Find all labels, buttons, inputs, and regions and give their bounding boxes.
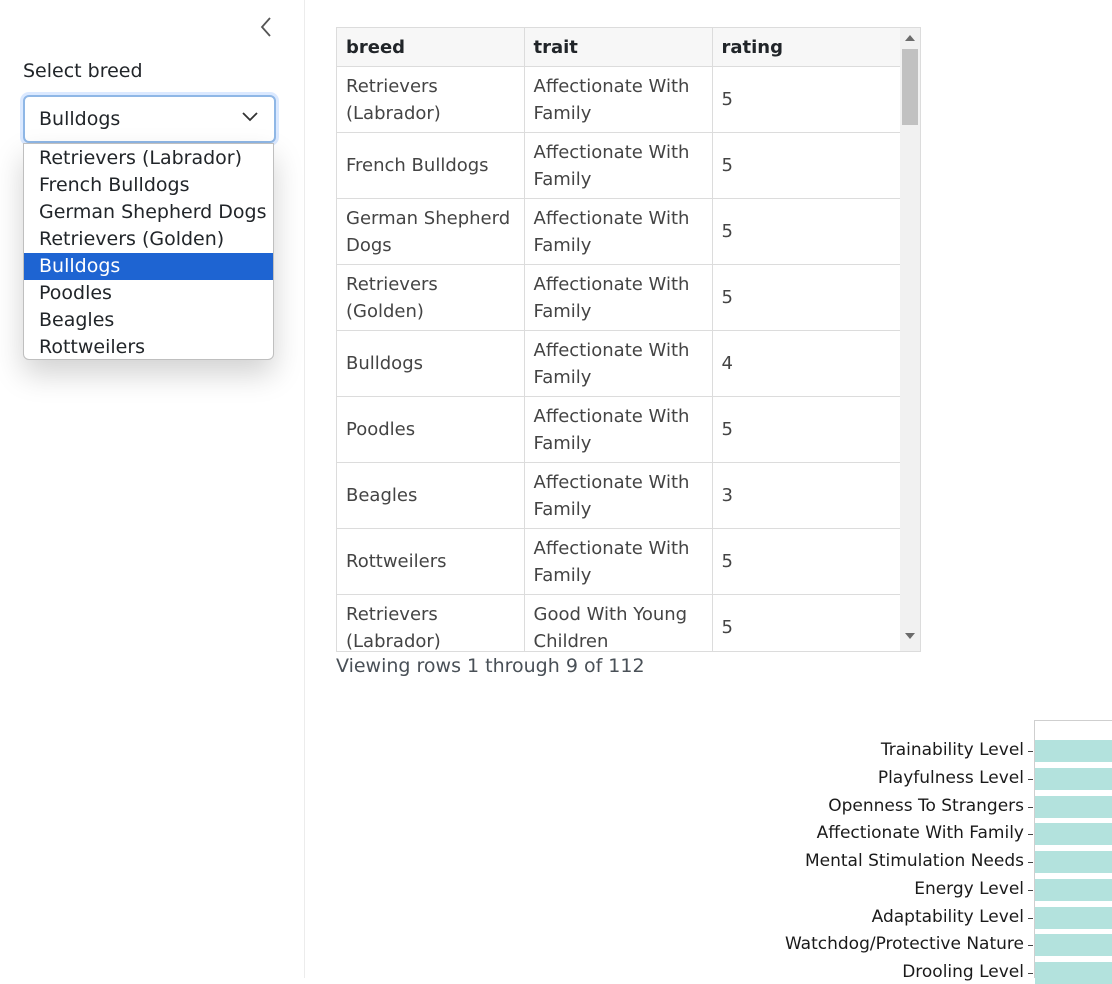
chevron-left-icon xyxy=(260,17,271,37)
cell-trait: Affectionate With Family xyxy=(523,396,713,463)
breed-option[interactable]: Rottweilers xyxy=(24,334,273,359)
chart-category-label: Trainability Level xyxy=(880,740,1024,760)
chart-bar xyxy=(1035,823,1112,845)
chevron-down-icon xyxy=(242,112,258,122)
breed-dropdown-list: Retrievers (Labrador) French Bulldogs Ge… xyxy=(23,143,274,360)
chart-tick xyxy=(1028,918,1033,919)
cell-rating: 5 xyxy=(711,594,901,651)
chart-tick xyxy=(1028,945,1033,946)
cell-trait: Good With Young Children xyxy=(523,594,713,651)
table-row: Poodles Affectionate With Family 5 xyxy=(337,396,901,463)
cell-trait: Affectionate With Family xyxy=(523,132,713,199)
cell-rating: 4 xyxy=(711,330,901,397)
cell-rating: 5 xyxy=(711,264,901,331)
chart-bar xyxy=(1035,796,1112,818)
cell-breed: Beagles xyxy=(337,462,525,529)
table-row: German Shepherd Dogs Affectionate With F… xyxy=(337,198,901,265)
chart-bar xyxy=(1035,740,1112,762)
cell-trait: Affectionate With Family xyxy=(523,66,713,133)
chart-frame-top xyxy=(1034,720,1112,721)
chart-category-label: Drooling Level xyxy=(902,962,1024,982)
chart-category-label: Affectionate With Family xyxy=(816,823,1024,843)
table-row: Bulldogs Affectionate With Family 4 xyxy=(337,330,901,397)
cell-trait: Affectionate With Family xyxy=(523,462,713,529)
chart-category-label: Watchdog/Protective Nature xyxy=(784,934,1024,954)
chart-tick xyxy=(1028,751,1033,752)
breed-option[interactable]: French Bulldogs xyxy=(24,172,273,199)
column-header-trait[interactable]: trait xyxy=(523,28,713,67)
cell-rating: 5 xyxy=(711,132,901,199)
cell-breed: French Bulldogs xyxy=(337,132,525,199)
chart-category-label: Openness To Strangers xyxy=(828,796,1024,816)
table-scrollbar[interactable] xyxy=(900,28,920,651)
table-row: Rottweilers Affectionate With Family 5 xyxy=(337,528,901,595)
chart-bar xyxy=(1035,934,1112,956)
chart-tick xyxy=(1028,834,1033,835)
cell-breed: Retrievers (Labrador) xyxy=(337,66,525,133)
cell-breed: Retrievers (Labrador) xyxy=(337,594,525,651)
scrollbar-thumb[interactable] xyxy=(902,49,918,125)
table-row-count: Viewing rows 1 through 9 of 112 xyxy=(336,655,645,677)
breed-select[interactable]: Bulldogs xyxy=(23,95,276,143)
cell-trait: Affectionate With Family xyxy=(523,198,713,265)
chart-category-label: Adaptability Level xyxy=(871,907,1024,927)
chart-category-label: Mental Stimulation Needs xyxy=(804,851,1024,871)
chart-tick xyxy=(1028,890,1033,891)
cell-breed: Rottweilers xyxy=(337,528,525,595)
chart-tick xyxy=(1028,973,1033,974)
cell-trait: Affectionate With Family xyxy=(523,528,713,595)
cell-breed: German Shepherd Dogs xyxy=(337,198,525,265)
chart-bar xyxy=(1035,768,1112,790)
sidebar-collapse-button[interactable] xyxy=(254,14,278,40)
table-row: Retrievers (Golden) Affectionate With Fa… xyxy=(337,264,901,331)
cell-rating: 5 xyxy=(711,528,901,595)
cell-trait: Affectionate With Family xyxy=(523,264,713,331)
chart-bar xyxy=(1035,907,1112,929)
column-header-rating[interactable]: rating xyxy=(711,28,901,67)
table-header-row: breed trait rating xyxy=(337,28,901,67)
cell-rating: 5 xyxy=(711,198,901,265)
chart-tick xyxy=(1028,807,1033,808)
cell-breed: Poodles xyxy=(337,396,525,463)
cell-breed: Retrievers (Golden) xyxy=(337,264,525,331)
chart-bar xyxy=(1035,851,1112,873)
cell-trait: Affectionate With Family xyxy=(523,330,713,397)
chart-tick xyxy=(1028,862,1033,863)
cell-rating: 5 xyxy=(711,66,901,133)
cell-rating: 5 xyxy=(711,396,901,463)
breed-option[interactable]: Retrievers (Labrador) xyxy=(24,145,273,172)
scroll-down-arrow-icon[interactable] xyxy=(905,633,915,639)
data-table: breed trait rating Retrievers (Labrador)… xyxy=(337,28,901,651)
column-header-breed[interactable]: breed xyxy=(337,28,525,67)
chart-category-label: Energy Level xyxy=(914,879,1024,899)
sidebar: Select breed Bulldogs Retrievers (Labrad… xyxy=(0,0,305,978)
cell-rating: 3 xyxy=(711,462,901,529)
breed-option-selected[interactable]: Bulldogs xyxy=(24,253,273,280)
cell-breed: Bulldogs xyxy=(337,330,525,397)
table-row: French Bulldogs Affectionate With Family… xyxy=(337,132,901,199)
chart-bar xyxy=(1035,962,1112,984)
breed-option[interactable]: German Shepherd Dogs xyxy=(24,199,273,226)
breed-option[interactable]: Retrievers (Golden) xyxy=(24,226,273,253)
chart-category-label: Playfulness Level xyxy=(877,768,1024,788)
breed-option[interactable]: Beagles xyxy=(24,307,273,334)
table-row: Retrievers (Labrador) Affectionate With … xyxy=(337,66,901,133)
select-breed-label: Select breed xyxy=(23,60,143,82)
table-row: Retrievers (Labrador) Good With Young Ch… xyxy=(337,594,901,651)
scroll-up-arrow-icon[interactable] xyxy=(905,35,915,41)
chart-bar xyxy=(1035,879,1112,901)
chart-tick xyxy=(1028,779,1033,780)
data-table-container: breed trait rating Retrievers (Labrador)… xyxy=(336,27,921,652)
table-row: Beagles Affectionate With Family 3 xyxy=(337,462,901,529)
breed-select-value: Bulldogs xyxy=(39,108,121,130)
breed-option[interactable]: Poodles xyxy=(24,280,273,307)
